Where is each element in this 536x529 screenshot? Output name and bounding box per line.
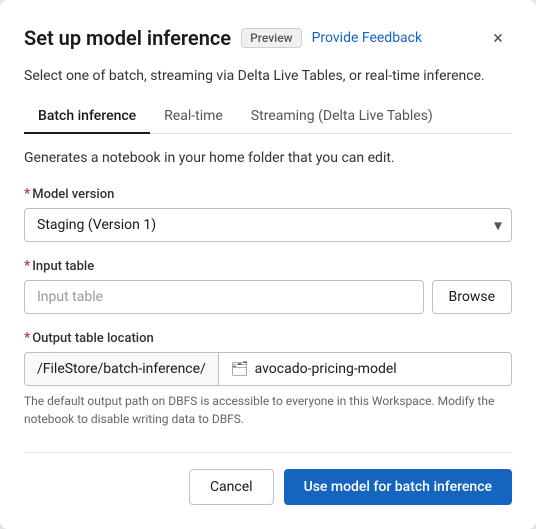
tabs: Batch inference Real-time Streaming (Del… bbox=[24, 100, 512, 134]
cancel-button[interactable]: Cancel bbox=[189, 469, 274, 505]
required-star-model: * bbox=[24, 186, 30, 202]
output-path-row: /FileStore/batch-inference/ 🗂 avocado-pr… bbox=[24, 352, 512, 386]
tab-real-time[interactable]: Real-time bbox=[150, 100, 237, 134]
output-table-group: * Output table location /FileStore/batch… bbox=[24, 330, 512, 428]
input-table-group: * Input table Browse bbox=[24, 258, 512, 314]
feedback-link[interactable]: Provide Feedback bbox=[312, 30, 423, 46]
tab-description: Generates a notebook in your home folder… bbox=[24, 150, 512, 166]
modal: Set up model inference Preview Provide F… bbox=[0, 0, 536, 529]
modal-title: Set up model inference bbox=[24, 26, 231, 50]
modal-header: Set up model inference Preview Provide F… bbox=[24, 24, 512, 52]
model-version-group: * Model version Staging (Version 1) Prod… bbox=[24, 186, 512, 242]
output-path-right: 🗂 avocado-pricing-model bbox=[219, 353, 511, 385]
output-path-left: /FileStore/batch-inference/ bbox=[25, 353, 219, 385]
output-table-label: * Output table location bbox=[24, 330, 512, 346]
close-button[interactable]: × bbox=[484, 24, 512, 52]
modal-footer: Cancel Use model for batch inference bbox=[24, 452, 512, 505]
folder-icon: 🗂 bbox=[231, 361, 249, 377]
preview-badge: Preview bbox=[241, 28, 302, 48]
required-star-input: * bbox=[24, 258, 30, 274]
output-model-name: avocado-pricing-model bbox=[255, 361, 397, 377]
model-version-label: * Model version bbox=[24, 186, 512, 202]
input-table-label: * Input table bbox=[24, 258, 512, 274]
model-version-select-wrapper: Staging (Version 1) Production (Version … bbox=[24, 208, 512, 242]
tab-batch-inference[interactable]: Batch inference bbox=[24, 100, 150, 134]
input-table-field[interactable] bbox=[24, 280, 424, 314]
submit-button[interactable]: Use model for batch inference bbox=[284, 469, 512, 505]
subtitle: Select one of batch, streaming via Delta… bbox=[24, 68, 512, 84]
browse-button[interactable]: Browse bbox=[432, 280, 512, 314]
input-table-row: Browse bbox=[24, 280, 512, 314]
model-version-select[interactable]: Staging (Version 1) Production (Version … bbox=[24, 208, 512, 242]
tab-streaming[interactable]: Streaming (Delta Live Tables) bbox=[237, 100, 447, 134]
required-star-output: * bbox=[24, 330, 30, 346]
output-help-text: The default output path on DBFS is acces… bbox=[24, 392, 512, 428]
